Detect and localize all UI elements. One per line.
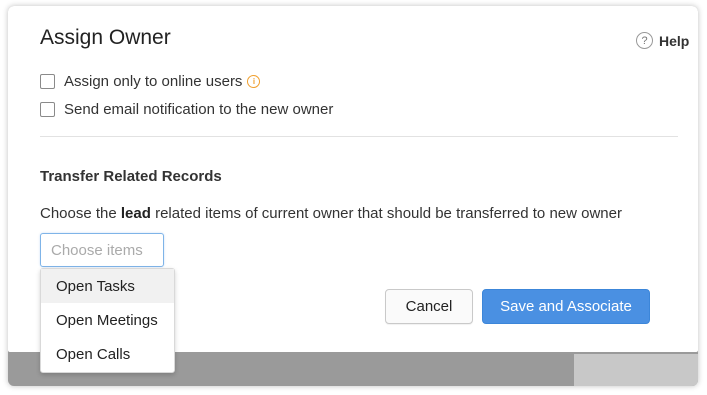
help-icon: ? xyxy=(636,32,653,49)
dropdown-item-open-meetings[interactable]: Open Meetings xyxy=(41,303,174,337)
description-after: related items of current owner that shou… xyxy=(150,205,622,222)
description-before: Choose the xyxy=(40,205,121,222)
choose-items-input[interactable]: Choose items xyxy=(40,233,164,267)
info-icon[interactable]: i xyxy=(247,75,261,88)
online-users-checkbox[interactable] xyxy=(40,74,55,89)
option-online-users[interactable]: Assign only to online users i xyxy=(40,73,261,90)
email-notification-label: Send email notification to the new owner xyxy=(64,101,334,118)
option-email-notification[interactable]: Send email notification to the new owner xyxy=(40,101,333,118)
help-label: Help xyxy=(659,32,690,49)
dialog-title: Assign Owner xyxy=(40,26,171,49)
section-title: Transfer Related Records xyxy=(40,168,222,185)
description-bold: lead xyxy=(120,205,151,222)
email-notification-checkbox[interactable] xyxy=(40,102,55,117)
cancel-button[interactable]: Cancel xyxy=(385,289,473,324)
dropdown-item-open-tasks[interactable]: Open Tasks xyxy=(41,269,174,303)
items-dropdown: Open Tasks Open Meetings Open Calls xyxy=(40,268,175,373)
help-link[interactable]: ? Help xyxy=(636,32,689,49)
divider xyxy=(40,136,678,137)
dropdown-item-open-calls[interactable]: Open Calls xyxy=(41,337,174,371)
transfer-description: Choose the lead related items of current… xyxy=(40,205,622,222)
save-and-associate-button[interactable]: Save and Associate xyxy=(482,289,650,324)
online-users-label: Assign only to online users xyxy=(64,73,243,90)
background-panel xyxy=(574,354,698,386)
